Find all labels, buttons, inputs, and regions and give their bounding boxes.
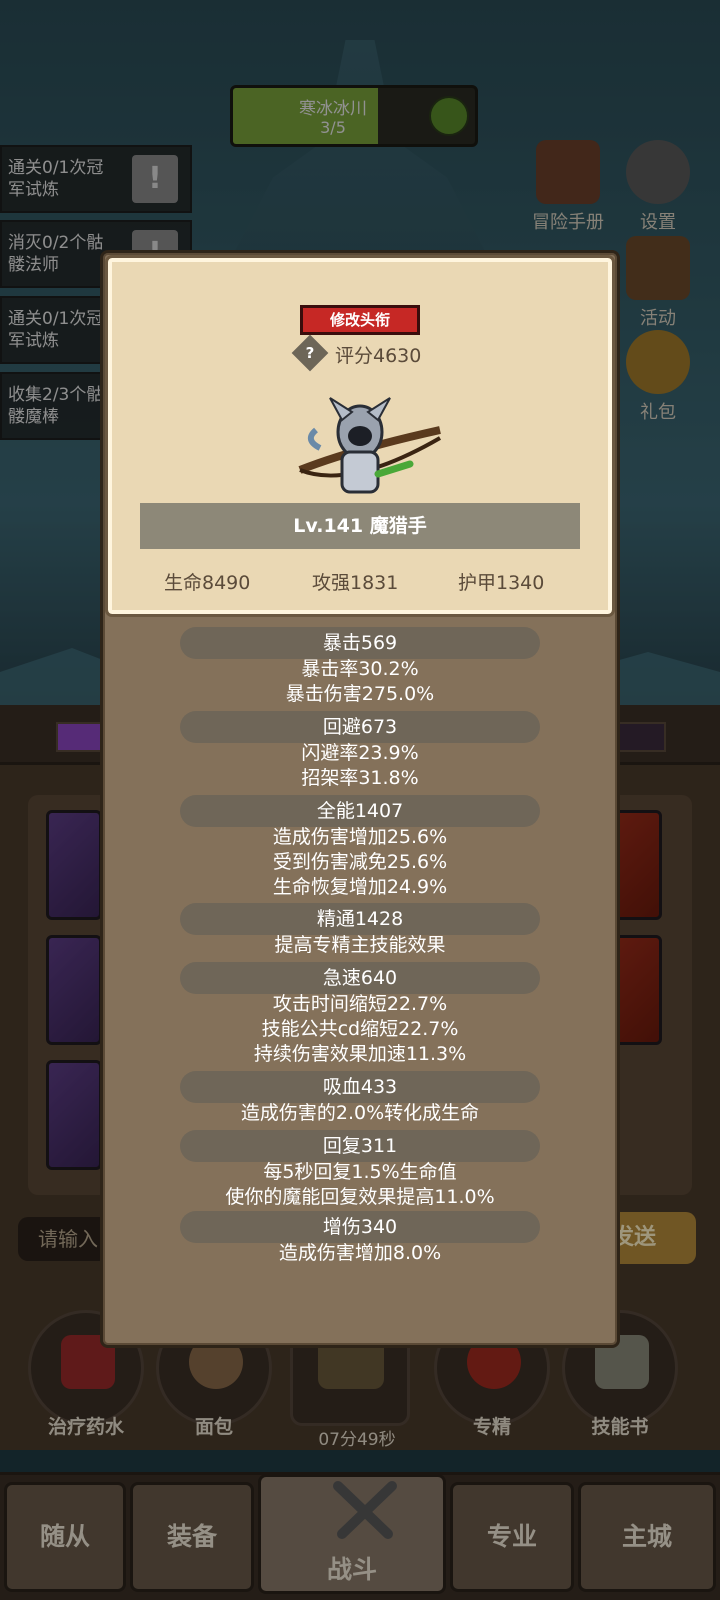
- hero-avatar: [298, 397, 442, 494]
- crit-header: 暴击569: [180, 627, 540, 659]
- stat-line: 攻击时间缩短22.7%: [272, 993, 448, 1015]
- lifesteal-header: 吸血433: [180, 1071, 540, 1103]
- level-class-banner: Lv.141 魔猎手: [140, 503, 580, 549]
- stat-line: 提高专精主技能效果: [274, 934, 446, 956]
- haste-header: 急速640: [180, 962, 540, 994]
- damage-bonus-header: 增伤340: [180, 1211, 540, 1243]
- stat-line: 暴击伤害275.0%: [285, 683, 435, 705]
- stat-line: 招架率31.8%: [301, 767, 419, 789]
- stat-line: 生命恢复增加24.9%: [272, 876, 448, 898]
- attack-stat: 攻强1831: [312, 572, 399, 594]
- armor-stat: 护甲1340: [458, 572, 545, 594]
- stat-line: 造成伤害的2.0%转化成生命: [240, 1102, 480, 1124]
- stat-line: 受到伤害减免25.6%: [272, 851, 448, 873]
- mastery-header: 精通1428: [180, 903, 540, 935]
- score-value: 评分4630: [335, 345, 422, 367]
- edit-title-button[interactable]: 修改头衔: [300, 305, 420, 335]
- score-row: ? 评分4630: [291, 334, 422, 371]
- regen-header: 回复311: [180, 1130, 540, 1162]
- avoidance-header: 回避673: [180, 711, 540, 743]
- stat-line: 技能公共cd缩短22.7%: [261, 1018, 459, 1040]
- hp-stat: 生命8490: [164, 572, 251, 594]
- versatility-header: 全能1407: [180, 795, 540, 827]
- stat-line: 使你的魔能回复效果提高11.0%: [225, 1186, 495, 1208]
- stat-line: 暴击率30.2%: [301, 658, 419, 680]
- stat-line: 闪避率23.9%: [301, 742, 419, 764]
- help-icon[interactable]: ?: [291, 334, 329, 371]
- stat-line: 持续伤害效果加速11.3%: [253, 1043, 467, 1065]
- stat-line: 造成伤害增加25.6%: [272, 826, 448, 848]
- stat-line: 每5秒回复1.5%生命值: [263, 1161, 457, 1183]
- stat-line: 造成伤害增加8.0%: [278, 1242, 442, 1264]
